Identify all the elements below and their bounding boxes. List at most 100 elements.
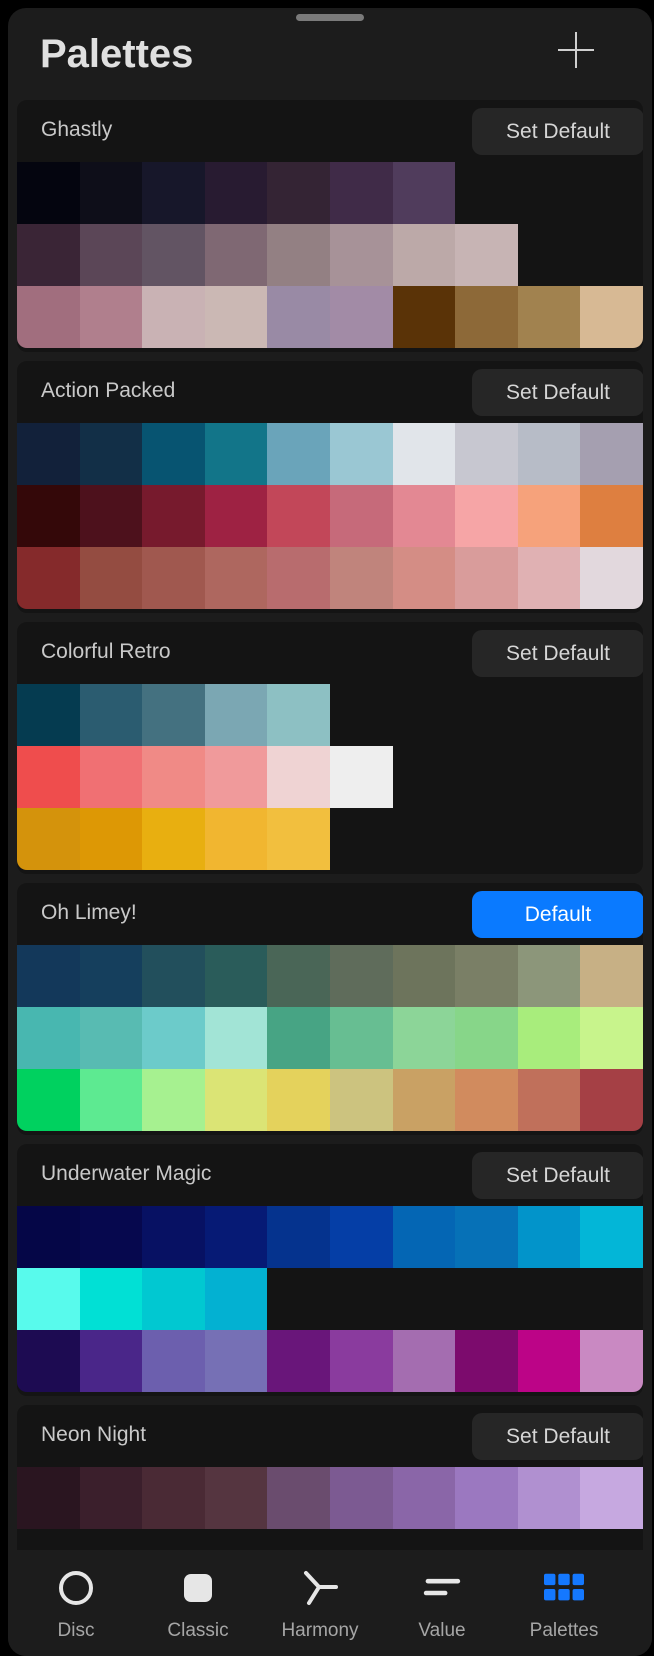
color-swatch[interactable] (204, 547, 268, 609)
color-swatch[interactable] (455, 286, 518, 348)
color-swatch[interactable] (267, 547, 330, 609)
palette-card[interactable]: Ghastly Set Default (17, 100, 643, 352)
color-swatch[interactable] (17, 1069, 80, 1131)
color-swatch[interactable] (142, 1007, 205, 1069)
color-swatch[interactable] (17, 485, 80, 547)
color-swatch[interactable] (142, 547, 205, 609)
color-swatch[interactable] (79, 945, 143, 1007)
color-swatch[interactable] (204, 485, 268, 547)
color-swatch[interactable] (517, 1467, 581, 1529)
color-swatch[interactable] (392, 1467, 456, 1529)
color-swatch[interactable] (142, 423, 205, 485)
color-swatch[interactable] (267, 1069, 330, 1131)
color-swatch[interactable] (329, 286, 393, 348)
color-swatch[interactable] (392, 1206, 456, 1268)
color-swatch[interactable] (79, 746, 143, 808)
color-swatch[interactable] (79, 1268, 143, 1330)
color-swatch[interactable] (17, 547, 80, 609)
color-swatch[interactable] (517, 286, 581, 348)
color-swatch[interactable] (204, 286, 268, 348)
color-swatch[interactable] (79, 423, 143, 485)
color-swatch[interactable] (79, 286, 143, 348)
color-swatch[interactable] (329, 746, 393, 808)
color-swatch[interactable] (517, 1206, 581, 1268)
color-swatch[interactable] (267, 224, 330, 286)
color-swatch[interactable] (17, 808, 80, 870)
color-swatch[interactable] (392, 1007, 456, 1069)
color-swatch[interactable] (329, 224, 393, 286)
color-swatch[interactable] (517, 1330, 581, 1392)
color-swatch[interactable] (17, 423, 80, 485)
color-swatch[interactable] (17, 1467, 80, 1529)
color-swatch[interactable] (392, 1330, 456, 1392)
color-swatch[interactable] (455, 1206, 518, 1268)
color-swatch[interactable] (267, 286, 330, 348)
color-swatch[interactable] (204, 224, 268, 286)
color-swatch[interactable] (79, 1007, 143, 1069)
color-swatch[interactable] (142, 224, 205, 286)
color-swatch[interactable] (204, 423, 268, 485)
color-swatch[interactable] (267, 1206, 330, 1268)
color-swatch[interactable] (17, 1007, 80, 1069)
color-swatch[interactable] (142, 1206, 205, 1268)
tab-disc[interactable]: Disc (12, 1550, 140, 1656)
color-swatch[interactable] (392, 945, 456, 1007)
color-swatch[interactable] (267, 945, 330, 1007)
color-swatch[interactable] (267, 1467, 330, 1529)
color-swatch[interactable] (580, 547, 643, 609)
tab-harmony[interactable]: Harmony (256, 1550, 384, 1656)
color-swatch[interactable] (329, 1206, 393, 1268)
color-swatch[interactable] (204, 162, 268, 224)
set-default-button[interactable]: Set Default (472, 630, 643, 677)
color-swatch[interactable] (392, 547, 456, 609)
color-swatch[interactable] (455, 224, 518, 286)
tab-value[interactable]: Value (378, 1550, 506, 1656)
color-swatch[interactable] (79, 485, 143, 547)
color-swatch[interactable] (517, 1007, 581, 1069)
color-swatch[interactable] (455, 1467, 518, 1529)
color-swatch[interactable] (142, 945, 205, 1007)
color-swatch[interactable] (204, 684, 268, 746)
palette-card[interactable]: Action Packed Set Default (17, 361, 643, 613)
color-swatch[interactable] (392, 162, 456, 224)
color-swatch[interactable] (142, 1467, 205, 1529)
color-swatch[interactable] (455, 945, 518, 1007)
color-swatch[interactable] (580, 945, 643, 1007)
color-swatch[interactable] (329, 485, 393, 547)
color-swatch[interactable] (17, 1330, 80, 1392)
color-swatch[interactable] (329, 162, 393, 224)
color-swatch[interactable] (455, 547, 518, 609)
color-swatch[interactable] (17, 945, 80, 1007)
color-swatch[interactable] (204, 1467, 268, 1529)
color-swatch[interactable] (79, 224, 143, 286)
color-swatch[interactable] (455, 1069, 518, 1131)
color-swatch[interactable] (17, 162, 80, 224)
set-default-button[interactable]: Set Default (472, 1413, 643, 1460)
color-swatch[interactable] (142, 162, 205, 224)
color-swatch[interactable] (17, 1206, 80, 1268)
color-swatch[interactable] (392, 485, 456, 547)
color-swatch[interactable] (329, 423, 393, 485)
color-swatch[interactable] (204, 1007, 268, 1069)
color-swatch[interactable] (204, 1069, 268, 1131)
color-swatch[interactable] (142, 684, 205, 746)
color-swatch[interactable] (17, 1268, 80, 1330)
color-swatch[interactable] (267, 746, 330, 808)
color-swatch[interactable] (79, 547, 143, 609)
color-swatch[interactable] (517, 547, 581, 609)
color-swatch[interactable] (17, 286, 80, 348)
color-swatch[interactable] (517, 945, 581, 1007)
color-swatch[interactable] (329, 1069, 393, 1131)
color-swatch[interactable] (329, 945, 393, 1007)
color-swatch[interactable] (142, 1069, 205, 1131)
color-swatch[interactable] (267, 684, 330, 746)
color-swatch[interactable] (204, 1206, 268, 1268)
color-swatch[interactable] (580, 286, 643, 348)
color-swatch[interactable] (17, 224, 80, 286)
color-swatch[interactable] (580, 1069, 643, 1131)
color-swatch[interactable] (204, 1268, 268, 1330)
color-swatch[interactable] (142, 286, 205, 348)
color-swatch[interactable] (79, 1206, 143, 1268)
set-default-button[interactable]: Set Default (472, 369, 643, 416)
color-swatch[interactable] (580, 1330, 643, 1392)
